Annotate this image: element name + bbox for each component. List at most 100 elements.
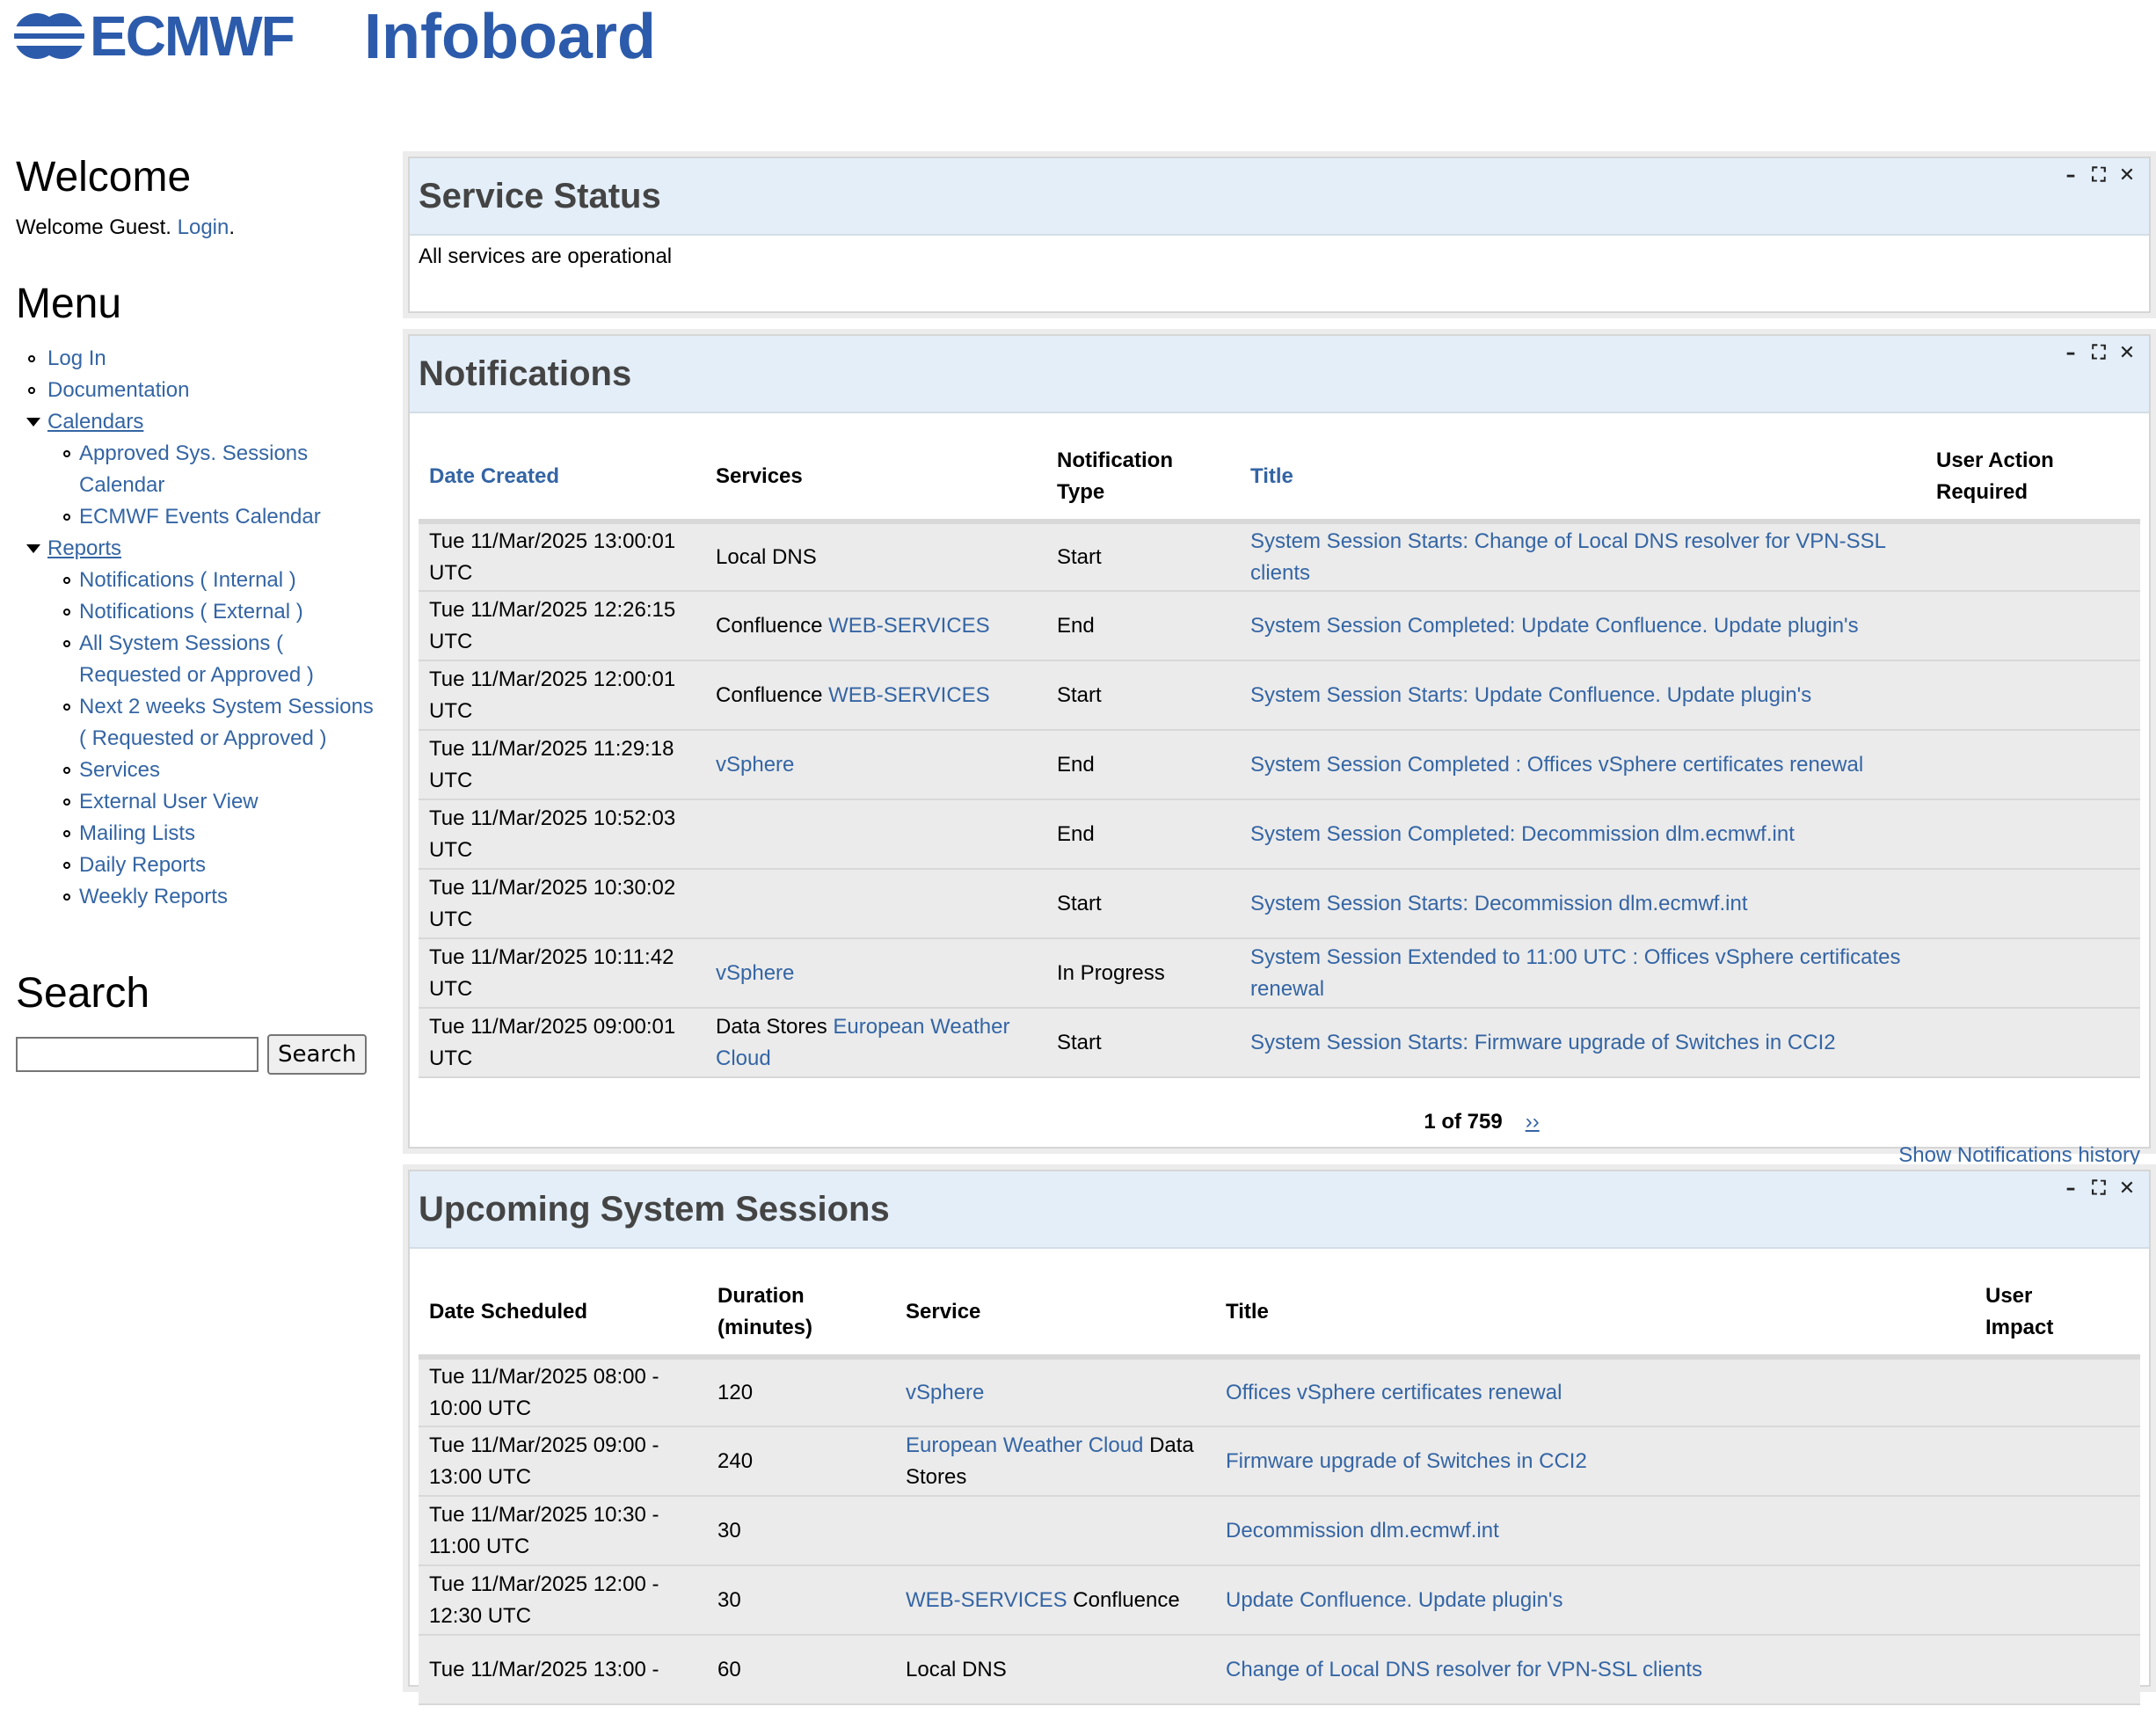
menu-link-notif-external[interactable]: Notifications ( External )	[79, 600, 303, 624]
upcoming-header-row: Date Scheduled Duration (minutes) Service…	[419, 1270, 2140, 1360]
notification-title-link[interactable]: System Session Completed: Decommission d…	[1250, 822, 1795, 846]
service-link[interactable]: vSphere	[716, 961, 794, 985]
col-title[interactable]: Title	[1240, 434, 1926, 524]
search-input[interactable]	[16, 1037, 259, 1072]
col-date-created[interactable]: Date Created	[419, 434, 705, 524]
cell-date-scheduled: Tue 11/Mar/2025 09:00 - 13:00 UTC	[419, 1426, 707, 1497]
notification-type: Start	[1057, 891, 1102, 915]
menu-link-documentation[interactable]: Documentation	[47, 378, 189, 402]
session-title-link[interactable]: Offices vSphere certificates renewal	[1226, 1381, 1562, 1404]
menu-link-services[interactable]: Services	[79, 758, 160, 782]
search-form: Search	[16, 1034, 385, 1075]
menu-link-events-calendar[interactable]: ECMWF Events Calendar	[79, 505, 321, 529]
sort-title-link[interactable]: Title	[1250, 464, 1293, 488]
cell-user-action	[1926, 730, 2140, 800]
notification-title-link[interactable]: System Session Completed : Offices vSphe…	[1250, 753, 1863, 777]
page-header: ECMWF Infoboard	[0, 0, 2156, 88]
menu-link-next-2-weeks[interactable]: Next 2 weeks System Sessions ( Requested…	[79, 695, 374, 750]
notification-title-link[interactable]: System Session Starts: Firmware upgrade …	[1250, 1031, 1836, 1054]
menu-link-daily-reports[interactable]: Daily Reports	[79, 853, 206, 877]
col-service: Service	[895, 1270, 1215, 1360]
cell-date-scheduled: Tue 11/Mar/2025 08:00 - 10:00 UTC	[419, 1357, 707, 1427]
cell-date-created: Tue 11/Mar/2025 10:52:03 UTC	[419, 799, 705, 870]
service-link[interactable]: WEB-SERVICES	[906, 1588, 1067, 1612]
maximize-icon[interactable]: ⛶	[2089, 341, 2109, 366]
service-text: Confluence	[716, 613, 829, 638]
notification-title-link[interactable]: System Session Extended to 11:00 UTC : O…	[1250, 945, 1900, 1001]
service-link[interactable]: vSphere	[716, 753, 794, 777]
session-title-link[interactable]: Decommission dlm.ecmwf.int	[1226, 1519, 1499, 1543]
menu-link-external-user-view[interactable]: External User View	[79, 790, 259, 813]
menu-link-log-in[interactable]: Log In	[47, 346, 106, 370]
portlet-title: Service Status	[419, 177, 661, 215]
minimize-icon[interactable]: –	[2061, 341, 2080, 366]
menu-item-events-calendar: ECMWF Events Calendar	[32, 501, 385, 533]
pager: 1 of 759 ››	[419, 1110, 2140, 1134]
date-text: Tue 11/Mar/2025 13:00:01	[429, 529, 676, 553]
menu-item-services: Services	[32, 755, 385, 786]
menu-link-approved-sessions[interactable]: Approved Sys. Sessions Calendar	[79, 441, 308, 497]
menu-item-log-in: Log In	[16, 343, 385, 375]
cell-services: vSphere	[705, 730, 1046, 800]
col-user-impact: User Impact	[1975, 1270, 2140, 1360]
table-row: Tue 11/Mar/2025 12:00:01 UTC Confluence WE…	[419, 660, 2140, 731]
notification-title-link[interactable]: System Session Starts: Update Confluence…	[1250, 683, 1811, 707]
menu-link-notif-internal[interactable]: Notifications ( Internal )	[79, 568, 296, 592]
service-status-portlet: Service Status – ⛶ ✕ All services are op…	[403, 151, 2156, 318]
service-link[interactable]: WEB-SERVICES	[828, 614, 990, 638]
menu-link-weekly-reports[interactable]: Weekly Reports	[79, 885, 228, 908]
cell-user-action	[1926, 938, 2140, 1009]
cell-notification-type: Start	[1046, 660, 1240, 731]
cell-date-created: Tue 11/Mar/2025 10:11:42 UTC	[419, 938, 705, 1009]
date-tz: UTC	[429, 976, 473, 1001]
cell-date-created: Tue 11/Mar/2025 10:30:02 UTC	[419, 869, 705, 939]
notification-title-link[interactable]: System Session Starts: Change of Local D…	[1250, 529, 1885, 585]
maximize-icon[interactable]: ⛶	[2089, 1177, 2109, 1201]
service-text: Confluence	[1067, 1587, 1180, 1612]
close-icon[interactable]: ✕	[2117, 341, 2137, 366]
service-link[interactable]: European Weather Cloud	[906, 1433, 1143, 1457]
cell-title: Offices vSphere certificates renewal	[1215, 1357, 1975, 1427]
service-text: Local DNS	[716, 544, 817, 569]
col-title: Title	[1215, 1270, 1975, 1360]
minimize-icon[interactable]: –	[2061, 164, 2080, 188]
show-history-link[interactable]: Show Notifications history	[1898, 1143, 2140, 1167]
menu-link-mailing-lists[interactable]: Mailing Lists	[79, 821, 195, 845]
session-title-link[interactable]: Firmware upgrade of Switches in CCI2	[1226, 1449, 1587, 1473]
ecmwf-logo[interactable]: ECMWF	[12, 8, 295, 64]
main-menu: Log In Documentation Calendars Approved …	[16, 343, 385, 913]
close-icon[interactable]: ✕	[2117, 1177, 2137, 1201]
close-icon[interactable]: ✕	[2117, 164, 2137, 188]
minimize-icon[interactable]: –	[2061, 1177, 2080, 1201]
login-link[interactable]: Login	[178, 215, 229, 239]
notification-type: Start	[1057, 1030, 1102, 1054]
session-title-link[interactable]: Change of Local DNS resolver for VPN-SSL…	[1226, 1658, 1702, 1681]
menu-link-calendars[interactable]: Calendars	[47, 410, 143, 434]
table-row: Tue 11/Mar/2025 12:26:15 UTC Confluence WE…	[419, 591, 2140, 661]
search-button[interactable]: Search	[267, 1034, 368, 1075]
col-type-line1: Notification	[1057, 449, 1173, 472]
cell-user-action	[1926, 869, 2140, 939]
service-link[interactable]: vSphere	[906, 1381, 984, 1404]
welcome-message: Welcome Guest. Login.	[16, 215, 385, 241]
maximize-icon[interactable]: ⛶	[2089, 164, 2109, 188]
notification-title-link[interactable]: System Session Completed: Update Conflue…	[1250, 614, 1859, 638]
notification-title-link[interactable]: System Session Starts: Decommission dlm.…	[1250, 892, 1748, 915]
notification-type: End	[1057, 821, 1095, 846]
sort-date-created-link[interactable]: Date Created	[429, 464, 559, 488]
cell-title: System Session Starts: Decommission dlm.…	[1240, 869, 1926, 939]
next-page-link[interactable]: ››	[1526, 1110, 1540, 1134]
menu-link-all-sessions[interactable]: All System Sessions ( Requested or Appro…	[79, 631, 314, 687]
session-title-link[interactable]: Update Confluence. Update plugin's	[1226, 1588, 1563, 1612]
search-heading: Search	[16, 970, 150, 1017]
cell-user-action	[1926, 1008, 2140, 1078]
duration-minutes: 30	[717, 1587, 741, 1612]
notifications-rows: Tue 11/Mar/2025 13:00:01 UTC Local DNS Star…	[419, 521, 2140, 1078]
cell-service: Local DNS	[895, 1635, 1215, 1705]
service-link[interactable]: WEB-SERVICES	[828, 683, 990, 707]
menu-link-reports[interactable]: Reports	[47, 536, 121, 560]
cell-title: System Session Starts: Firmware upgrade …	[1240, 1008, 1926, 1078]
table-row: Tue 11/Mar/2025 10:30 - 11:00 UTC 30 Decomm…	[419, 1496, 2140, 1566]
notification-type: Start	[1057, 682, 1102, 707]
cell-services: vSphere	[705, 938, 1046, 1009]
